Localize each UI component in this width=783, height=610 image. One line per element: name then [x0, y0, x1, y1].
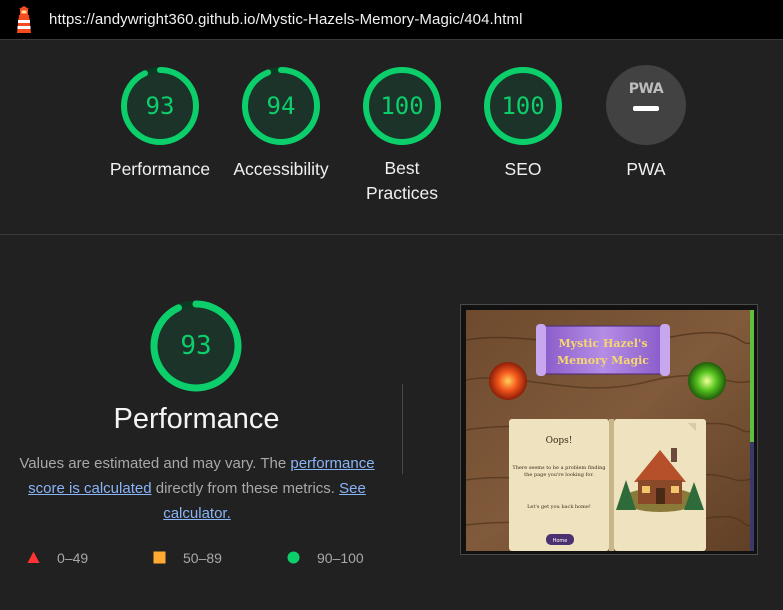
performance-score: 93 — [180, 331, 212, 361]
url-bar: https://andywright360.github.io/Mystic-H… — [0, 0, 783, 40]
svg-text:Let's get you back home!: Let's get you back home! — [527, 504, 591, 510]
gauge-accessibility[interactable]: 94 Accessibility — [211, 65, 351, 182]
svg-text:Memory Magic: Memory Magic — [557, 354, 649, 367]
circle-icon — [287, 551, 300, 564]
gauge-label: Accessibility — [233, 159, 329, 179]
pwa-dash-icon — [633, 106, 659, 111]
performance-description: Values are estimated and may vary. The p… — [14, 451, 380, 526]
category-gauges: 93 Performance 94 Accessibility 100 Best… — [0, 40, 783, 235]
gauge-best-practices[interactable]: 100 Best Practices — [332, 65, 472, 206]
gauge-label: Performance — [109, 159, 211, 179]
gauge-score: 100 — [380, 92, 424, 120]
triangle-icon — [27, 551, 40, 563]
svg-text:Home: Home — [553, 538, 568, 544]
svg-text:Oops!: Oops! — [546, 436, 573, 446]
gauge-score: 94 — [266, 92, 296, 120]
lighthouse-icon — [17, 6, 31, 33]
gauge-label: Best Practices — [366, 158, 438, 203]
square-icon — [153, 551, 166, 564]
description-text: Values are estimated and may vary. The — [19, 455, 287, 472]
gauge-performance[interactable]: 93 Performance — [90, 65, 230, 182]
legend-range: 0–49 — [57, 550, 89, 566]
gauge-label: PWA — [626, 159, 666, 179]
gauge-score: 93 — [145, 92, 175, 120]
gauge-label: SEO — [504, 159, 542, 179]
pwa-icon: PWA — [606, 65, 686, 145]
screenshot-image: Mystic Hazel's Memory Magic Oops! There … — [466, 310, 754, 551]
description-text: directly from these metrics. — [155, 480, 335, 497]
legend-range: 90–100 — [317, 550, 364, 566]
gauge-pwa[interactable]: PWA PWA — [576, 65, 716, 182]
gauge-seo[interactable]: 100 SEO — [453, 65, 593, 182]
divider — [402, 384, 403, 474]
gauge-score: 100 — [501, 92, 545, 120]
page-url[interactable]: https://andywright360.github.io/Mystic-H… — [49, 11, 523, 28]
page-screenshot[interactable]: Mystic Hazel's Memory Magic Oops! There … — [460, 304, 758, 555]
performance-gauge: 93 — [148, 298, 244, 394]
svg-text:the page you're looking for.: the page you're looking for. — [524, 472, 594, 478]
svg-text:Mystic Hazel's: Mystic Hazel's — [558, 337, 647, 350]
performance-title: Performance — [113, 403, 280, 435]
pwa-logo-text: PWA — [628, 81, 664, 97]
svg-text:There seems to be a problem fi: There seems to be a problem finding — [512, 465, 606, 471]
legend-range: 50–89 — [183, 550, 222, 566]
